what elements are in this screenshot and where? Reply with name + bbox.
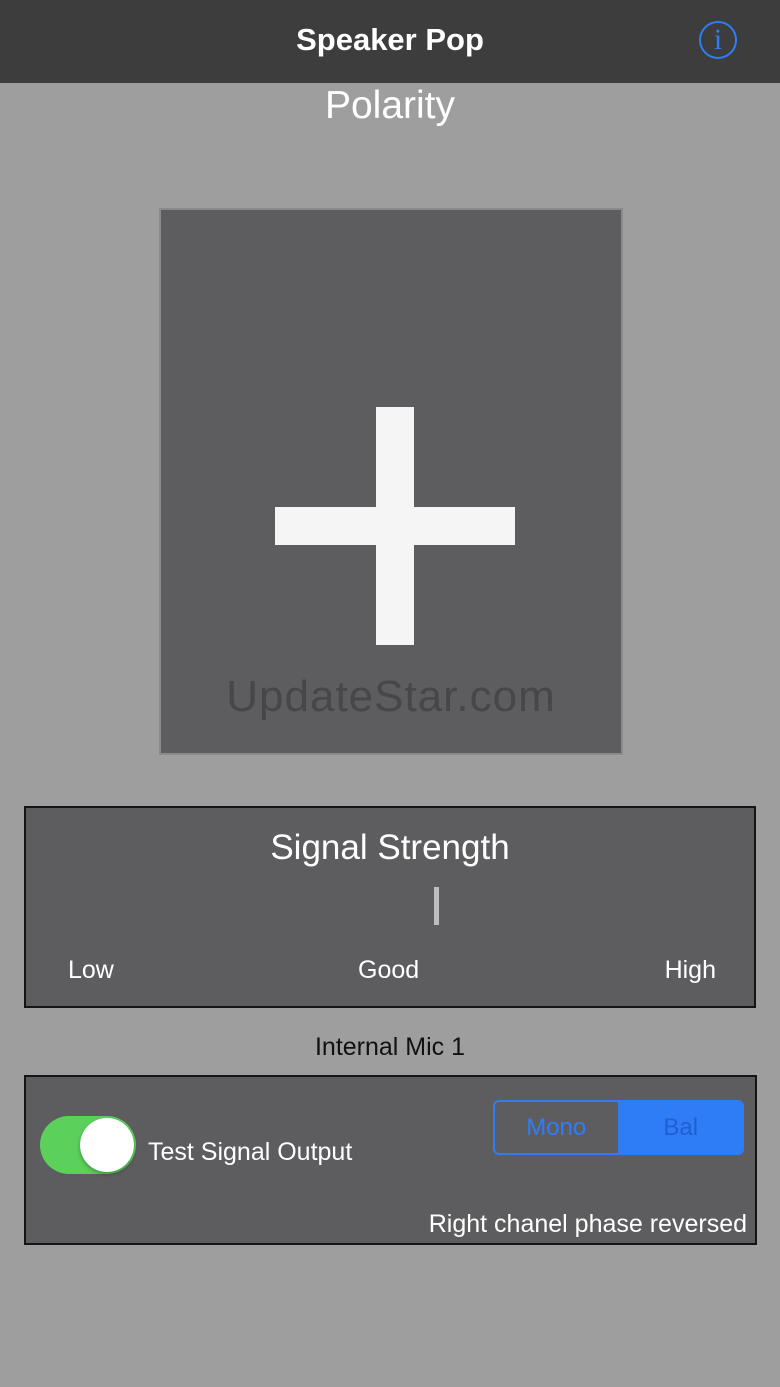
info-glyph: i	[713, 23, 723, 56]
phase-status-label: Right chanel phase reversed	[428, 1210, 747, 1238]
polarity-title: Polarity	[324, 84, 456, 127]
scale-label-good: Good	[358, 956, 420, 984]
watermark-text: UpdateStar.com	[226, 672, 556, 721]
input-source-label: Internal Mic 1	[314, 1033, 466, 1061]
segment-bal[interactable]: Bal	[619, 1102, 742, 1153]
test-signal-toggle[interactable]	[40, 1116, 136, 1174]
scale-label-low: Low	[68, 956, 114, 984]
test-signal-label: Test Signal Output	[148, 1138, 353, 1166]
channel-mode-segmented-control[interactable]: Mono Bal	[493, 1100, 744, 1155]
signal-strength-title: Signal Strength	[270, 828, 510, 867]
signal-level-marker	[434, 887, 439, 925]
output-panel: Test Signal Output Mono Bal Right chanel…	[24, 1075, 757, 1245]
nav-bar: Speaker Pop i	[0, 0, 780, 83]
segment-mono[interactable]: Mono	[495, 1102, 620, 1153]
plus-icon-bar	[275, 507, 515, 545]
scale-label-high: High	[664, 956, 716, 984]
info-icon[interactable]: i	[699, 21, 737, 59]
polarity-indicator: UpdateStar.com	[159, 208, 623, 755]
toggle-knob	[80, 1118, 134, 1172]
signal-strength-panel: Signal Strength Low Good High	[24, 806, 756, 1008]
app-title: Speaker Pop	[296, 22, 484, 57]
